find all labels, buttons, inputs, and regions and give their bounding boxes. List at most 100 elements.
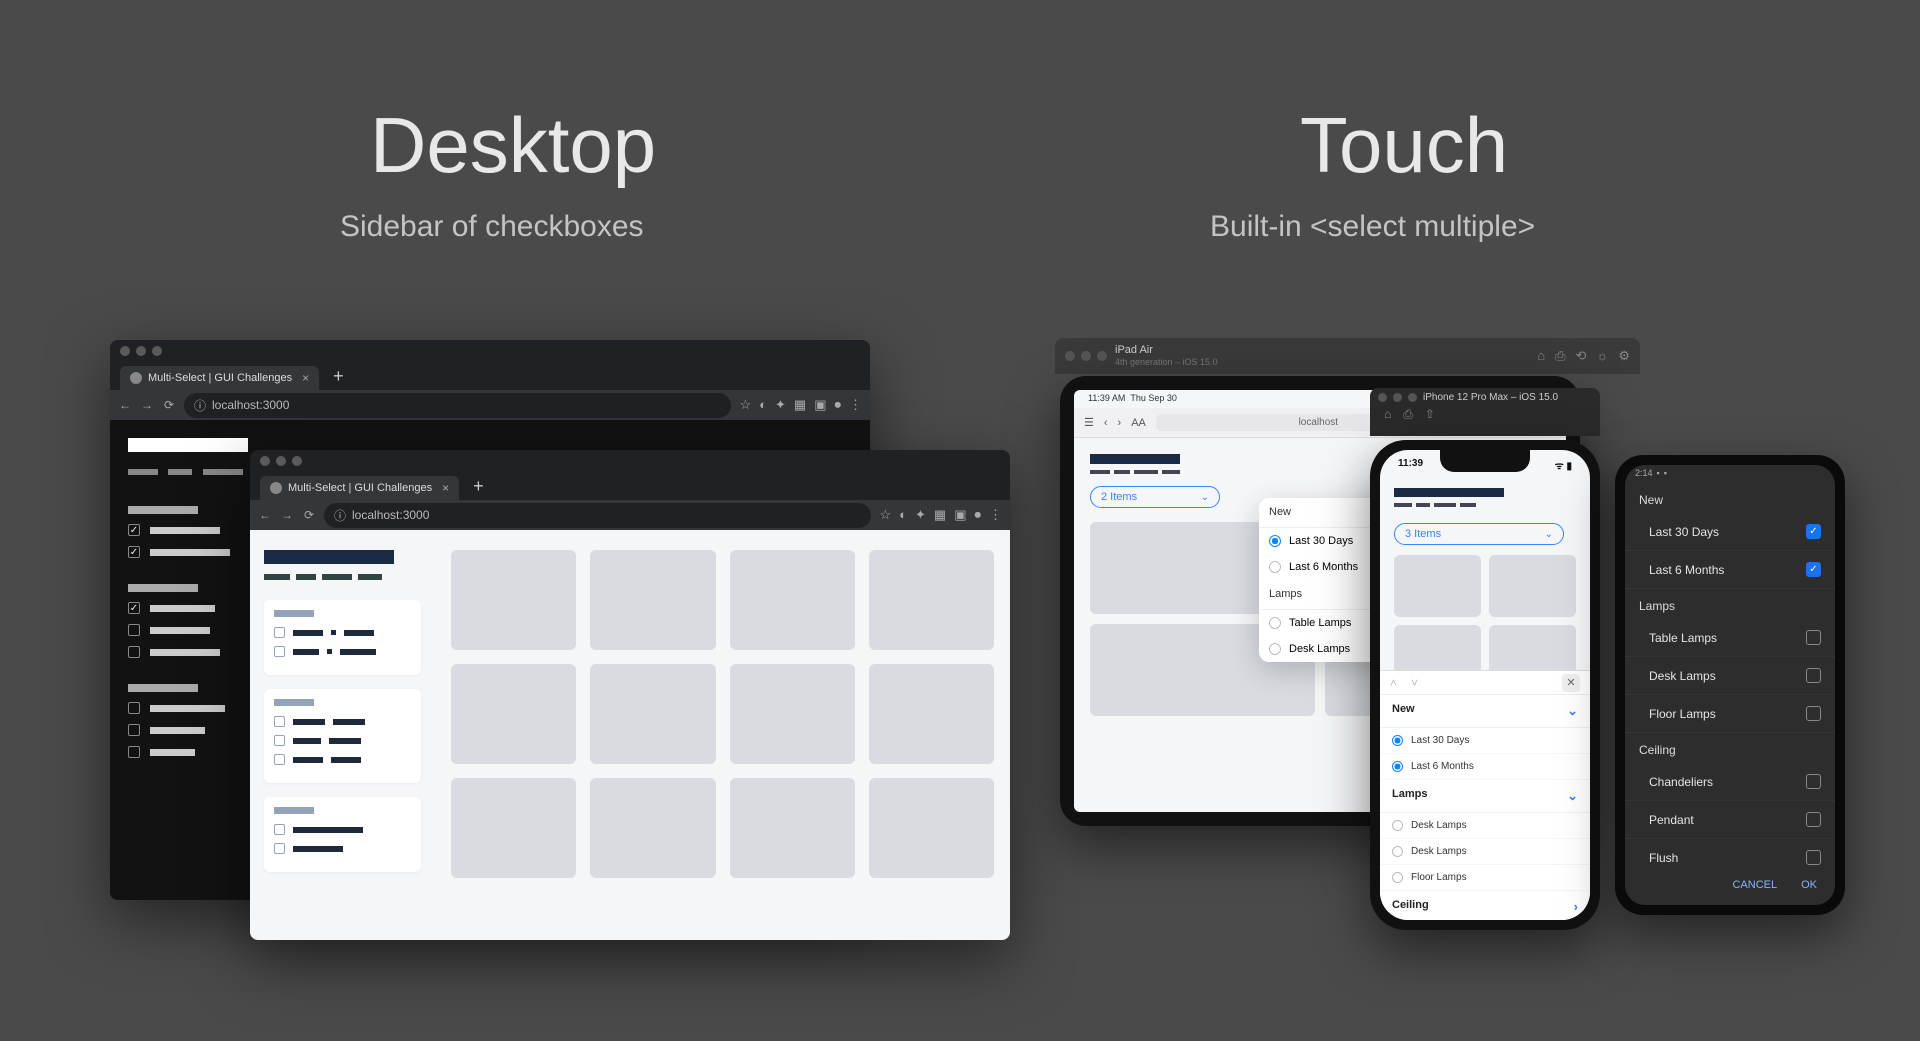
checkbox-icon[interactable] [128, 624, 140, 636]
reload-icon[interactable]: ⟳ [162, 398, 176, 412]
traffic-light-max[interactable] [1097, 351, 1107, 361]
checkbox-icon[interactable] [1806, 562, 1821, 577]
option-row[interactable]: Desk Lamps [1380, 839, 1590, 865]
forward-icon[interactable]: → [140, 398, 154, 412]
extension-icon[interactable]: ◐ [759, 397, 767, 413]
result-card[interactable] [730, 550, 855, 650]
checkbox-icon[interactable] [128, 546, 140, 558]
traffic-light-close[interactable] [120, 346, 130, 356]
screenshot-icon[interactable]: ⎙ [1403, 407, 1413, 422]
menu-icon[interactable]: ⋮ [989, 507, 1002, 523]
share-icon[interactable]: ⇧ [1425, 407, 1435, 422]
menu-icon[interactable]: ⋮ [849, 397, 862, 413]
filter-row[interactable] [274, 735, 411, 746]
checkbox-icon[interactable] [128, 702, 140, 714]
cancel-button[interactable]: CANCEL [1732, 879, 1777, 891]
result-card[interactable] [451, 550, 576, 650]
filter-select-pill[interactable]: 3 Items [1394, 523, 1564, 545]
traffic-light-close[interactable] [1065, 351, 1075, 361]
optgroup-header[interactable]: New⌄ [1380, 695, 1590, 728]
appearance-icon[interactable]: ☼ [1596, 348, 1608, 364]
settings-icon[interactable]: ⚙ [1618, 348, 1630, 364]
result-card[interactable] [869, 778, 994, 878]
filter-row[interactable] [274, 627, 411, 638]
home-icon[interactable]: ⌂ [1537, 348, 1545, 364]
sidebar-icon[interactable]: ☰ [1084, 416, 1094, 429]
checkbox-icon[interactable] [128, 724, 140, 736]
result-card[interactable] [730, 778, 855, 878]
screenshot-icon[interactable]: ⎙ [1555, 348, 1565, 364]
traffic-light-max[interactable] [292, 456, 302, 466]
traffic-light-min[interactable] [1081, 351, 1091, 361]
traffic-light-max[interactable] [152, 346, 162, 356]
home-icon[interactable]: ⌂ [1384, 407, 1391, 422]
star-icon[interactable]: ☆ [739, 397, 751, 413]
filter-row[interactable] [274, 843, 411, 854]
checkbox-icon[interactable] [274, 754, 285, 765]
back-icon[interactable]: ← [118, 398, 132, 412]
traffic-light-min[interactable] [136, 346, 146, 356]
puzzle-icon[interactable]: ✦ [775, 397, 786, 413]
result-card[interactable] [730, 664, 855, 764]
traffic-light-min[interactable] [276, 456, 286, 466]
checkbox-icon[interactable] [128, 524, 140, 536]
new-tab-button[interactable]: + [467, 476, 490, 497]
traffic-light-max[interactable] [1408, 393, 1417, 402]
close-tab-icon[interactable]: × [442, 481, 449, 495]
option-row[interactable]: Chandeliers [1625, 763, 1835, 801]
checkbox-icon[interactable] [274, 716, 285, 727]
devtools-icon[interactable]: ▦ [934, 507, 946, 523]
star-icon[interactable]: ☆ [879, 507, 891, 523]
option-row[interactable]: Pendant [1625, 801, 1835, 839]
option-row[interactable]: Floor Lamps [1625, 695, 1835, 733]
result-card[interactable] [451, 664, 576, 764]
option-row[interactable]: Table Lamps [1625, 619, 1835, 657]
extension-icon[interactable]: ◐ [899, 507, 907, 523]
forward-icon[interactable]: → [280, 508, 294, 522]
checkbox-icon[interactable] [128, 746, 140, 758]
checkbox-icon[interactable] [1806, 524, 1821, 539]
checkbox-icon[interactable] [1806, 812, 1821, 827]
optgroup-header[interactable]: Lamps⌄ [1380, 780, 1590, 813]
checkbox-icon[interactable] [274, 735, 285, 746]
result-card[interactable] [1489, 555, 1576, 617]
devtools-icon[interactable]: ▦ [794, 397, 806, 413]
url-field[interactable]: ⓘ localhost:3000 [184, 393, 731, 418]
url-field[interactable]: ⓘ localhost:3000 [324, 503, 871, 528]
filter-row[interactable] [274, 754, 411, 765]
checkbox-icon[interactable] [1806, 706, 1821, 721]
new-tab-button[interactable]: + [327, 366, 350, 387]
traffic-light-close[interactable] [1378, 393, 1387, 402]
result-card[interactable] [590, 550, 715, 650]
close-tab-icon[interactable]: × [302, 371, 309, 385]
checkbox-icon[interactable] [1806, 774, 1821, 789]
browser-tab[interactable]: Multi-Select | GUI Challenges × [120, 366, 319, 390]
option-row[interactable]: Last 6 Months [1380, 754, 1590, 780]
cast-icon[interactable]: ▣ [814, 397, 826, 413]
option-row[interactable]: Desk Lamps [1625, 657, 1835, 695]
forward-icon[interactable]: › [1118, 417, 1122, 429]
rotate-icon[interactable]: ⟲ [1576, 348, 1587, 364]
traffic-light-min[interactable] [1393, 393, 1402, 402]
checkbox-icon[interactable] [274, 646, 285, 657]
checkbox-icon[interactable] [128, 646, 140, 658]
puzzle-icon[interactable]: ✦ [915, 507, 926, 523]
text-size-button[interactable]: AA [1131, 417, 1146, 429]
optgroup-header[interactable]: Ceiling› [1380, 891, 1590, 920]
checkbox-icon[interactable] [128, 602, 140, 614]
reload-icon[interactable]: ⟳ [302, 508, 316, 522]
filter-row[interactable] [274, 646, 411, 657]
prev-option-icon[interactable]: ˄ [1390, 676, 1397, 690]
mic-icon[interactable]: ⏺ [835, 397, 842, 413]
result-card[interactable] [1394, 555, 1481, 617]
checkbox-icon[interactable] [1806, 630, 1821, 645]
result-card[interactable] [869, 550, 994, 650]
result-card[interactable] [451, 778, 576, 878]
filter-row[interactable] [274, 824, 411, 835]
browser-tab[interactable]: Multi-Select | GUI Challenges × [260, 476, 459, 500]
back-icon[interactable]: ‹ [1104, 417, 1108, 429]
mic-icon[interactable]: ⏺ [975, 507, 982, 523]
back-icon[interactable]: ← [258, 508, 272, 522]
checkbox-icon[interactable] [1806, 850, 1821, 865]
option-row[interactable]: Last 30 Days [1625, 513, 1835, 551]
